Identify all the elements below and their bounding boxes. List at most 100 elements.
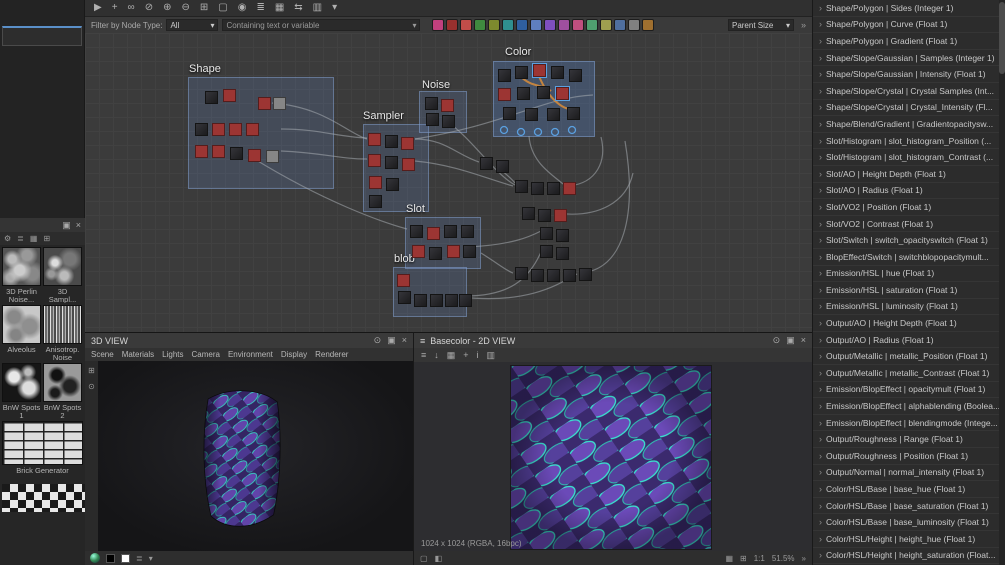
node-palette-swatch[interactable] bbox=[600, 19, 613, 31]
tiling-icon[interactable]: ▦ bbox=[447, 350, 456, 361]
graph-node[interactable] bbox=[498, 69, 511, 82]
graph-node[interactable] bbox=[537, 86, 550, 99]
param-row[interactable]: › Output/Roughness | Position (Float 1) bbox=[813, 448, 1005, 465]
menu-item[interactable]: Renderer bbox=[315, 350, 348, 359]
graph-node[interactable] bbox=[273, 97, 286, 110]
graph-node[interactable] bbox=[402, 158, 415, 171]
graph-node[interactable] bbox=[567, 107, 580, 120]
param-row[interactable]: › Slot/AO | Height Depth (Float 1) bbox=[813, 166, 1005, 183]
param-row[interactable]: › Shape/Slope/Crystal | Crystal Samples … bbox=[813, 83, 1005, 100]
graph-node[interactable] bbox=[515, 66, 528, 79]
param-row[interactable]: › Shape/Slope/Gaussian | Intensity (Floa… bbox=[813, 66, 1005, 83]
link-mode-icon[interactable]: ∞ bbox=[128, 3, 135, 13]
save-image-icon[interactable]: ↓ bbox=[434, 350, 439, 360]
graph-node[interactable] bbox=[531, 269, 544, 282]
node-palette-swatch[interactable] bbox=[502, 19, 515, 31]
graph-node[interactable] bbox=[555, 86, 570, 101]
menu-item[interactable]: Lights bbox=[162, 350, 183, 359]
node-palette-swatch[interactable] bbox=[474, 19, 487, 31]
param-row[interactable]: › Slot/VO2 | Position (Float 1) bbox=[813, 199, 1005, 216]
node-palette-swatch[interactable] bbox=[432, 19, 445, 31]
menu-item[interactable]: Display bbox=[281, 350, 307, 359]
graph-node[interactable] bbox=[441, 99, 454, 112]
library-item[interactable]: Alveolus bbox=[2, 305, 41, 361]
param-row[interactable]: › Color/HSL/Base | base_luminosity (Floa… bbox=[813, 514, 1005, 531]
graph-node[interactable] bbox=[368, 133, 381, 146]
fit-view-icon[interactable]: ⊞ bbox=[740, 554, 747, 563]
graph-node[interactable] bbox=[401, 137, 414, 150]
param-row[interactable]: › Shape/Polygon | Sides (Integer 1) bbox=[813, 0, 1005, 17]
graph-node[interactable] bbox=[368, 154, 381, 167]
param-row[interactable]: › Emission/HSL | luminosity (Float 1) bbox=[813, 299, 1005, 316]
graph-node[interactable] bbox=[496, 160, 509, 173]
param-row[interactable]: › Shape/Slope/Gaussian | Samples (Intege… bbox=[813, 50, 1005, 67]
node-graph-canvas[interactable]: Shape Sampler Noise Color Slot blob bbox=[85, 33, 812, 332]
param-row[interactable]: › Emission/HSL | saturation (Float 1) bbox=[813, 282, 1005, 299]
graph-node[interactable] bbox=[444, 225, 457, 238]
graph-node[interactable] bbox=[459, 294, 472, 307]
graph-node[interactable] bbox=[463, 245, 476, 258]
toolbar-overflow-icon[interactable]: » bbox=[801, 20, 806, 30]
orbit-icon[interactable]: ⊙ bbox=[88, 382, 95, 391]
graph-node[interactable] bbox=[445, 294, 458, 307]
graph-node[interactable] bbox=[427, 227, 440, 240]
node-palette-swatch[interactable] bbox=[516, 19, 529, 31]
focus-icon[interactable]: ◉ bbox=[238, 3, 247, 13]
frame-selection-icon[interactable]: ▢ bbox=[218, 3, 227, 13]
thumbnail-size-icon[interactable]: ⊞ bbox=[43, 234, 50, 243]
library-item[interactable] bbox=[2, 484, 87, 512]
menu-item[interactable]: Scene bbox=[91, 350, 114, 359]
actual-size-button[interactable]: 1:1 bbox=[754, 554, 765, 563]
display-options-icon[interactable]: ▥ bbox=[313, 3, 322, 13]
graph-node[interactable] bbox=[503, 107, 516, 120]
menu-icon[interactable]: ≡ bbox=[421, 350, 426, 360]
node-palette-swatch[interactable] bbox=[558, 19, 571, 31]
graph-node[interactable] bbox=[385, 156, 398, 169]
graph-node[interactable] bbox=[212, 123, 225, 136]
background-black-swatch[interactable] bbox=[106, 553, 115, 563]
graph-node[interactable] bbox=[410, 225, 423, 238]
graph-node[interactable] bbox=[425, 97, 438, 110]
left-panel-tab[interactable] bbox=[2, 26, 82, 46]
node-palette-swatch[interactable] bbox=[628, 19, 641, 31]
graph-node[interactable] bbox=[229, 123, 242, 136]
node-type-select[interactable]: All ▾ bbox=[166, 19, 219, 31]
node-palette-swatch[interactable] bbox=[614, 19, 627, 31]
spots-thumbnail[interactable] bbox=[2, 363, 41, 402]
param-row[interactable]: › Emission/BlopEffect | alphablending (B… bbox=[813, 398, 1005, 415]
param-row[interactable]: › Emission/HSL | hue (Float 1) bbox=[813, 266, 1005, 283]
close-panel-icon[interactable]: × bbox=[76, 220, 81, 230]
node-palette-swatch[interactable] bbox=[460, 19, 473, 31]
graph-node[interactable] bbox=[556, 229, 569, 242]
graph-node[interactable] bbox=[195, 145, 208, 158]
graph-node[interactable] bbox=[223, 89, 236, 102]
snap-grid-icon[interactable]: ▦ bbox=[275, 3, 284, 13]
float-panel-icon[interactable]: ▣ bbox=[62, 220, 71, 231]
graph-node[interactable] bbox=[426, 113, 439, 126]
library-item[interactable]: Anisotrop. Noise bbox=[43, 305, 82, 361]
view2d-header[interactable]: ≡ Basecolor - 2D VIEW ⊙ ▣ × bbox=[414, 333, 812, 348]
brick-thumbnail[interactable] bbox=[2, 421, 83, 465]
graph-node[interactable] bbox=[246, 123, 259, 136]
swap-connections-icon[interactable]: ⇆ bbox=[294, 3, 302, 13]
noise-thumbnail[interactable] bbox=[2, 247, 41, 286]
node-palette-swatch[interactable] bbox=[530, 19, 543, 31]
camera-mode-icon[interactable]: ⊞ bbox=[88, 366, 95, 375]
graph-node[interactable] bbox=[385, 135, 398, 148]
param-row[interactable]: › Shape/Polygon | Gradient (Float 1) bbox=[813, 33, 1005, 50]
param-row[interactable]: › Slot/Histogram | slot_histogram_Positi… bbox=[813, 133, 1005, 150]
checker-thumbnail[interactable] bbox=[2, 484, 87, 512]
graph-node[interactable] bbox=[525, 108, 538, 121]
library-item[interactable]: 3D Sampl... bbox=[43, 247, 82, 303]
channels-icon[interactable]: ▢ bbox=[420, 554, 428, 563]
graph-node[interactable] bbox=[540, 245, 553, 258]
graph-node[interactable] bbox=[515, 180, 528, 193]
graph-node[interactable] bbox=[532, 63, 547, 78]
graph-node[interactable] bbox=[515, 267, 528, 280]
library-item[interactable]: 3D Perlin Noise... bbox=[2, 247, 41, 303]
close-panel-icon[interactable]: × bbox=[801, 335, 806, 346]
material-preview-icon[interactable] bbox=[90, 553, 100, 563]
graph-node[interactable] bbox=[386, 178, 399, 191]
graph-node[interactable] bbox=[522, 207, 535, 220]
pin-icon[interactable]: ⊙ bbox=[374, 335, 382, 346]
